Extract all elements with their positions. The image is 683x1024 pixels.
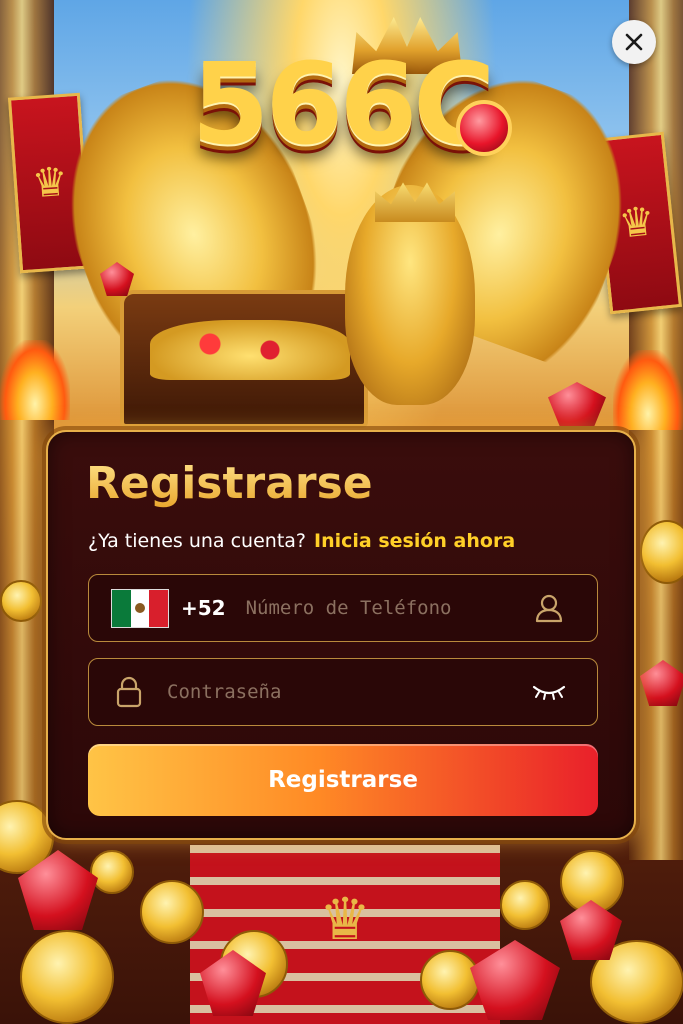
eagle-emblem-icon: ♛ — [319, 885, 371, 953]
mexico-flag-icon[interactable] — [111, 588, 169, 628]
fire-right — [613, 350, 683, 430]
user-icon — [531, 590, 567, 626]
treasure-pile — [150, 320, 350, 380]
brand-logo: 566C — [191, 40, 496, 170]
fire-left — [0, 340, 70, 420]
close-icon — [625, 33, 643, 51]
password-input[interactable] — [165, 680, 531, 704]
country-dial-code[interactable]: +52 — [181, 596, 226, 620]
lock-icon — [111, 674, 147, 710]
phone-field[interactable]: +52 — [88, 574, 598, 642]
gold-coin — [0, 580, 42, 622]
gold-coin — [140, 880, 204, 944]
password-field[interactable] — [88, 658, 598, 726]
gold-coin — [500, 880, 550, 930]
eye-closed-icon[interactable] — [531, 674, 567, 710]
phone-input[interactable] — [243, 596, 531, 620]
register-card: Registrarse ¿Ya tienes una cuenta? Inicia… — [46, 430, 636, 840]
login-link[interactable]: Inicia sesión ahora — [314, 530, 515, 552]
page-title: Registrarse — [86, 458, 373, 509]
gold-coin — [20, 930, 114, 1024]
gold-coin — [420, 950, 480, 1010]
close-button[interactable] — [612, 20, 656, 64]
gold-coin — [90, 850, 134, 894]
register-button[interactable]: Registrarse — [88, 744, 598, 816]
ruby-gem — [548, 382, 606, 426]
logo-gem-icon — [456, 100, 512, 156]
login-prompt-text: ¿Ya tienes una cuenta? — [88, 530, 307, 552]
login-prompt-row: ¿Ya tienes una cuenta? Inicia sesión ahor… — [88, 530, 515, 552]
